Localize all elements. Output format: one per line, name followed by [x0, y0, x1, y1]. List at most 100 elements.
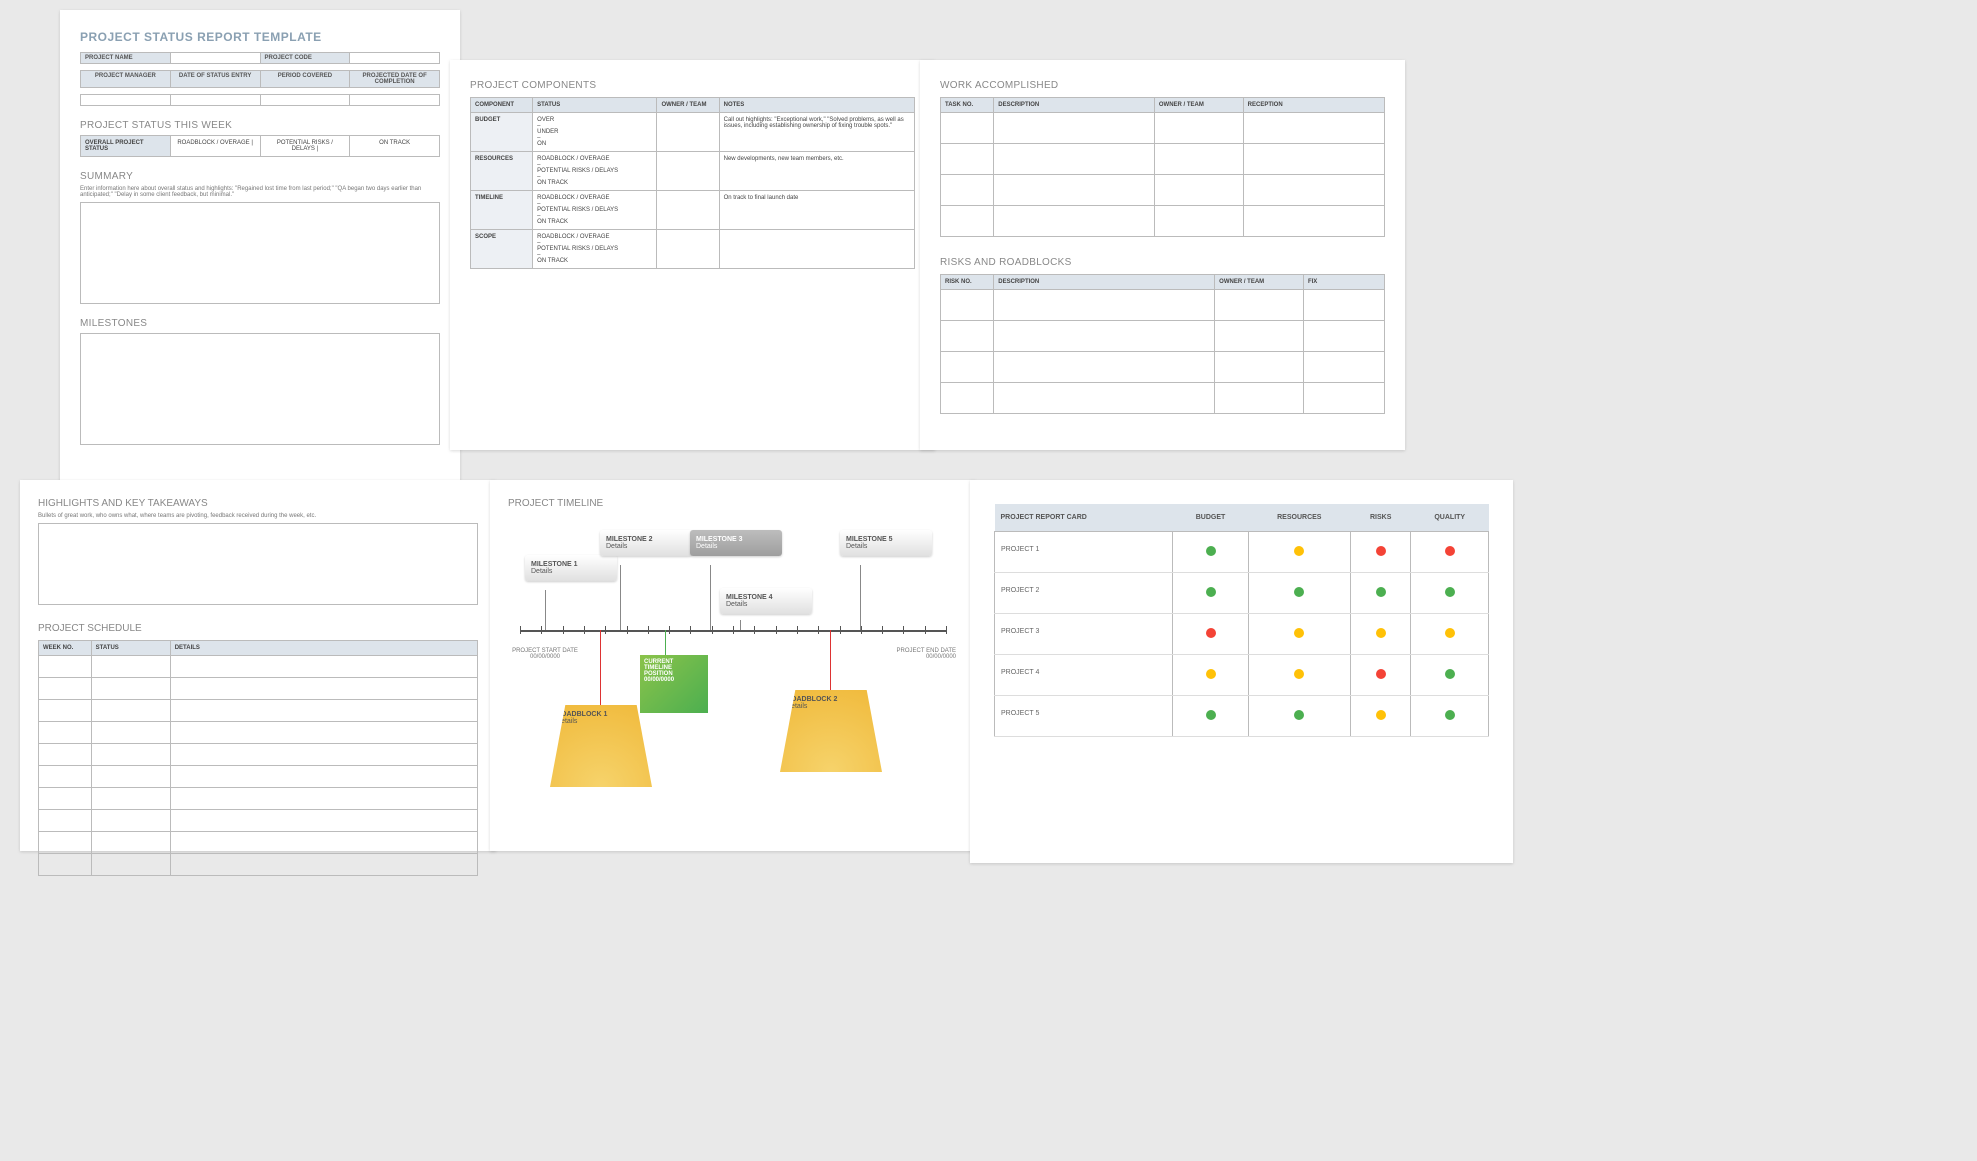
cell-owner[interactable]	[657, 113, 719, 152]
milestone-3: MILESTONE 3Details	[690, 530, 782, 556]
status-dot-icon	[1445, 546, 1455, 556]
work-table: TASK NO.DESCRIPTIONOWNER / TEAMRECEPTION	[940, 97, 1385, 237]
label-period: PERIOD COVERED	[260, 71, 350, 87]
table-row: TIMELINEROADBLOCK / OVERAGE – POTENTIAL …	[471, 191, 915, 230]
table-row[interactable]	[941, 383, 1385, 414]
cell-project: PROJECT 1	[995, 532, 1173, 573]
value-pm[interactable]	[81, 95, 170, 105]
value-completion[interactable]	[349, 95, 439, 105]
th-week: WEEK NO.	[39, 641, 92, 656]
label-project-code: PROJECT CODE	[260, 53, 350, 63]
value-date[interactable]	[170, 95, 260, 105]
milestones-box[interactable]	[80, 333, 440, 445]
th-status: STATUS	[533, 98, 657, 113]
cell-owner[interactable]	[657, 230, 719, 269]
table-row[interactable]	[39, 700, 478, 722]
cell-component: BUDGET	[471, 113, 533, 152]
table-row[interactable]	[39, 722, 478, 744]
status-label: OVERALL PROJECT STATUS	[81, 136, 170, 156]
schedule-table: WEEK NO.STATUSDETAILS	[38, 640, 478, 876]
status-dot-icon	[1206, 546, 1216, 556]
title-highlights: HIGHLIGHTS AND KEY TAKEAWAYS	[38, 498, 478, 509]
th-owner: OWNER / TEAM	[1215, 275, 1304, 290]
cell-status: ROADBLOCK / OVERAGE – POTENTIAL RISKS / …	[533, 230, 657, 269]
status-dot-icon	[1445, 587, 1455, 597]
th-desc: DESCRIPTION	[994, 98, 1155, 113]
table-row[interactable]	[941, 175, 1385, 206]
section-status-week: PROJECT STATUS THIS WEEK	[80, 120, 440, 131]
page-status-report: PROJECT STATUS REPORT TEMPLATE PROJECT N…	[60, 10, 460, 500]
value-project-name[interactable]	[170, 53, 260, 63]
status-dot-icon	[1294, 587, 1304, 597]
cell-status	[1248, 614, 1350, 655]
status-dot-icon	[1376, 546, 1386, 556]
th-owner: OWNER / TEAM	[657, 98, 719, 113]
status-dot-icon	[1376, 587, 1386, 597]
cell-status	[1350, 532, 1411, 573]
table-row[interactable]	[941, 113, 1385, 144]
current-position: CURRENTTIMELINEPOSITION00/00/0000	[640, 655, 708, 713]
title-risks: RISKS AND ROADBLOCKS	[940, 257, 1385, 268]
cell-status	[1173, 532, 1248, 573]
end-label: PROJECT END DATE00/00/0000	[886, 648, 956, 660]
table-row: PROJECT 1	[995, 532, 1489, 573]
lead-4	[740, 620, 741, 630]
cell-status	[1350, 696, 1411, 737]
page-highlights-schedule: HIGHLIGHTS AND KEY TAKEAWAYS Bullets of …	[20, 480, 496, 851]
highlights-box[interactable]	[38, 523, 478, 605]
lead-rb1	[600, 630, 601, 705]
section-summary: SUMMARY	[80, 171, 440, 182]
th-task: TASK NO.	[941, 98, 994, 113]
th-resources: RESOURCES	[1248, 504, 1350, 532]
table-row[interactable]	[941, 290, 1385, 321]
table-row[interactable]	[39, 656, 478, 678]
cell-owner[interactable]	[657, 191, 719, 230]
canvas: PROJECT STATUS REPORT TEMPLATE PROJECT N…	[0, 0, 1977, 1161]
status-dot-icon	[1376, 710, 1386, 720]
page-timeline: PROJECT TIMELINE MILESTONE 1Details MILE…	[490, 480, 976, 851]
table-row[interactable]	[39, 832, 478, 854]
table-row[interactable]	[39, 766, 478, 788]
page-components: PROJECT COMPONENTS COMPONENT STATUS OWNE…	[450, 60, 935, 450]
cell-status	[1350, 655, 1411, 696]
th-budget: BUDGET	[1173, 504, 1248, 532]
value-period[interactable]	[260, 95, 350, 105]
cell-status	[1411, 573, 1489, 614]
status-dot-icon	[1294, 710, 1304, 720]
table-row[interactable]	[941, 144, 1385, 175]
table-row: PROJECT 3	[995, 614, 1489, 655]
table-row[interactable]	[39, 810, 478, 832]
status-bar: OVERALL PROJECT STATUS ROADBLOCK / OVERA…	[80, 135, 440, 157]
table-row[interactable]	[39, 744, 478, 766]
cell-status: ROADBLOCK / OVERAGE – POTENTIAL RISKS / …	[533, 191, 657, 230]
cell-owner[interactable]	[657, 152, 719, 191]
cell-status	[1173, 696, 1248, 737]
table-header-row: PROJECT REPORT CARD BUDGET RESOURCES RIS…	[995, 504, 1489, 532]
summary-box[interactable]	[80, 202, 440, 304]
status-dot-icon	[1206, 628, 1216, 638]
lead-2	[620, 565, 621, 630]
table-row[interactable]	[941, 206, 1385, 237]
cell-status	[1411, 614, 1489, 655]
table-row[interactable]	[941, 352, 1385, 383]
milestone-2: MILESTONE 2Details	[600, 530, 692, 556]
table-row[interactable]	[39, 678, 478, 700]
lead-3	[710, 565, 711, 630]
cell-notes: On track to final launch date	[719, 191, 914, 230]
lead-5	[860, 565, 861, 630]
title: PROJECT TIMELINE	[508, 498, 958, 509]
table-row[interactable]	[941, 321, 1385, 352]
table-row[interactable]	[39, 854, 478, 876]
value-project-code[interactable]	[349, 53, 439, 63]
page-report-card: PROJECT REPORT CARD BUDGET RESOURCES RIS…	[970, 480, 1513, 863]
lead-current	[665, 630, 666, 655]
timeline-axis	[520, 630, 946, 632]
status-roadblock: ROADBLOCK / OVERAGE |	[170, 136, 260, 156]
milestone-1: MILESTONE 1Details	[525, 555, 617, 581]
highlights-hint: Bullets of great work, who owns what, wh…	[38, 513, 478, 519]
summary-hint: Enter information here about overall sta…	[80, 186, 440, 198]
status-dot-icon	[1294, 669, 1304, 679]
status-dot-icon	[1376, 669, 1386, 679]
table-row[interactable]	[39, 788, 478, 810]
status-dot-icon	[1376, 628, 1386, 638]
